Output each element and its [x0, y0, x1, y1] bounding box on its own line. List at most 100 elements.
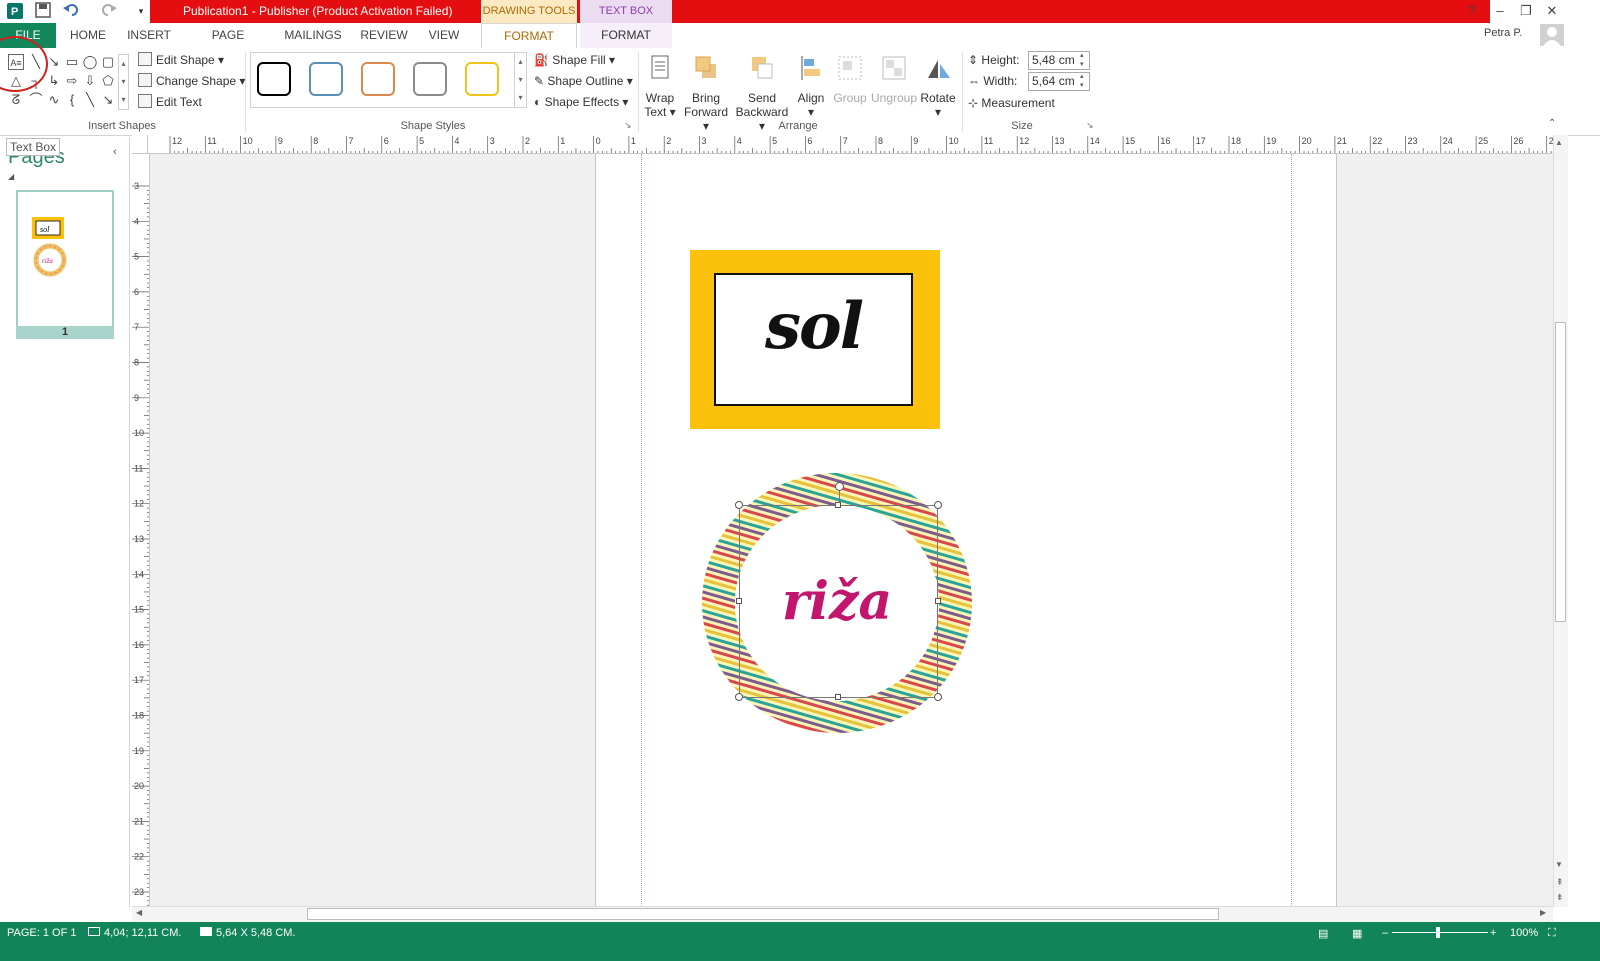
- zoom-level[interactable]: 100%: [1510, 927, 1538, 939]
- resize-handle-s[interactable]: [835, 694, 841, 700]
- height-spinner[interactable]: ▴ ▾: [1080, 51, 1084, 69]
- sol-text[interactable]: sol: [716, 289, 911, 364]
- minimize-button[interactable]: –: [1488, 2, 1512, 20]
- scroll-up-icon[interactable]: ▲: [1555, 138, 1563, 147]
- resize-handle-nw[interactable]: [735, 501, 743, 509]
- collapse-ribbon-icon[interactable]: ⌃: [1548, 118, 1556, 129]
- single-page-view-icon[interactable]: ▤: [1318, 927, 1328, 940]
- page-thumbnail[interactable]: sol riža: [16, 190, 114, 339]
- sol-text-box[interactable]: sol: [714, 273, 913, 406]
- arc-shape-icon[interactable]: ⌒: [28, 92, 44, 108]
- document-page[interactable]: sol riža: [595, 154, 1337, 906]
- zoom-out-icon[interactable]: –: [1382, 927, 1388, 939]
- shape-style-blue[interactable]: [309, 62, 343, 96]
- tab-home[interactable]: HOME: [64, 23, 112, 48]
- customize-qat-icon[interactable]: ▾: [132, 2, 150, 20]
- previous-page-icon[interactable]: ⇞: [1556, 877, 1564, 888]
- tab-insert[interactable]: INSERT: [124, 23, 174, 48]
- ruler-corner[interactable]: [132, 135, 148, 154]
- save-icon[interactable]: [34, 2, 52, 20]
- help-button[interactable]: ?: [1460, 2, 1484, 20]
- measurement-button[interactable]: ⊹ Measurement: [968, 93, 1055, 113]
- horizontal-ruler[interactable]: 12 11 10 9 8 7 6 5 4 3 2 1 0 1 2 3 4 5 6 7 8 9 10 11 12 13 14 15 16 1…: [148, 135, 1553, 154]
- shapes-gallery-scroll[interactable]: ▴ ▾ ▾: [118, 54, 129, 110]
- vertical-scroll-thumb[interactable]: [1555, 322, 1566, 622]
- rectangle-shape-icon[interactable]: ▭: [64, 54, 80, 70]
- fit-page-icon[interactable]: ⛶: [1548, 927, 1556, 940]
- tab-view[interactable]: VIEW: [424, 23, 464, 48]
- shape-effects-label: Shape Effects: [544, 95, 620, 109]
- resize-handle-n[interactable]: [835, 502, 841, 508]
- shape-styles-scroll[interactable]: ▴ ▾ ▾: [514, 53, 526, 107]
- scroll-right-icon[interactable]: ▶: [1540, 908, 1546, 917]
- bring-forward-button[interactable]: Bring Forward ▾: [680, 54, 732, 133]
- zoom-in-icon[interactable]: +: [1490, 927, 1496, 939]
- tab-format-textbox[interactable]: FORMAT: [580, 23, 672, 48]
- tab-review[interactable]: REVIEW: [358, 23, 410, 48]
- user-name[interactable]: Petra P.: [1484, 27, 1522, 39]
- resize-handle-e[interactable]: [935, 598, 941, 604]
- rotate-button[interactable]: Rotate ▾: [918, 54, 958, 119]
- diagonal-arrow-shape-icon[interactable]: ↘: [100, 92, 116, 108]
- arrow-line-shape-icon[interactable]: ↘: [46, 54, 62, 70]
- shape-styles-launcher-icon[interactable]: ↘: [624, 120, 632, 131]
- shape-styles-group-label: Shape Styles: [400, 120, 466, 132]
- resize-handle-w[interactable]: [736, 598, 742, 604]
- tab-page-design[interactable]: PAGE DESIGN: [188, 23, 268, 67]
- curve-shape-icon[interactable]: ∿: [46, 92, 62, 108]
- resize-handle-ne[interactable]: [934, 501, 942, 509]
- width-label: ⇔ Width:: [968, 74, 1018, 88]
- vertical-ruler[interactable]: 3 4 5 6 7 8 9 10 11 12 13 14 15 16 17 18 19 20 21 22 23: [132, 154, 150, 906]
- label-frame-yellow[interactable]: sol: [690, 250, 940, 429]
- shape-fill-button[interactable]: ⛽ Shape Fill ▾: [534, 50, 615, 70]
- restore-button[interactable]: ❐: [1514, 2, 1538, 20]
- collapse-pane-icon[interactable]: ‹: [113, 146, 117, 158]
- down-arrow-shape-icon[interactable]: ⇩: [82, 73, 98, 89]
- ruler-label: 12: [172, 136, 182, 146]
- rotation-handle[interactable]: [835, 482, 844, 491]
- align-button[interactable]: Align ▾: [793, 54, 829, 119]
- pentagon-shape-icon[interactable]: ⬠: [100, 73, 116, 89]
- rounded-rectangle-shape-icon[interactable]: ▢: [100, 54, 116, 70]
- section-expander-icon[interactable]: ◢: [8, 172, 14, 181]
- shape-style-gray[interactable]: [413, 62, 447, 96]
- shape-style-black[interactable]: [257, 62, 291, 96]
- status-page[interactable]: PAGE: 1 OF 1: [7, 927, 77, 939]
- tab-mailings[interactable]: MAILINGS: [282, 23, 344, 48]
- ungroup-button[interactable]: Ungroup: [870, 54, 918, 105]
- change-shape-button[interactable]: Change Shape ▾: [138, 71, 245, 91]
- group-button[interactable]: Group: [831, 54, 869, 105]
- freeform-shape-icon[interactable]: ᘔ: [8, 92, 24, 108]
- zoom-slider-thumb[interactable]: [1436, 927, 1440, 938]
- avatar[interactable]: [1540, 24, 1564, 46]
- next-page-icon[interactable]: ⇟: [1556, 892, 1564, 903]
- size-launcher-icon[interactable]: ↘: [1086, 120, 1094, 131]
- resize-handle-sw[interactable]: [735, 693, 743, 701]
- scroll-left-icon[interactable]: ◀: [136, 908, 142, 917]
- horizontal-scroll-thumb[interactable]: [307, 908, 1219, 920]
- brace-shape-icon[interactable]: {: [64, 92, 80, 108]
- shape-style-gold[interactable]: [465, 62, 499, 96]
- shape-style-orange[interactable]: [361, 62, 395, 96]
- edit-text-button[interactable]: Edit Text: [138, 92, 202, 112]
- undo-icon[interactable]: [62, 2, 80, 20]
- edit-shape-button[interactable]: Edit Shape ▾: [138, 50, 224, 70]
- diagonal-line-shape-icon[interactable]: ╲: [82, 92, 98, 108]
- two-page-view-icon[interactable]: ▦: [1352, 927, 1362, 940]
- right-arrow-shape-icon[interactable]: ⇨: [64, 73, 80, 89]
- shape-outline-button[interactable]: ✎ Shape Outline ▾: [534, 71, 633, 91]
- scroll-down-icon[interactable]: ▼: [1555, 860, 1563, 869]
- width-spinner[interactable]: ▴ ▾: [1080, 72, 1084, 90]
- selection-box[interactable]: [735, 482, 942, 701]
- wrap-text-button[interactable]: Wrap Text ▾: [642, 54, 678, 119]
- shape-effects-button[interactable]: ◐ Shape Effects ▾: [534, 92, 628, 112]
- close-button[interactable]: ✕: [1540, 2, 1564, 20]
- tab-format-drawing[interactable]: FORMAT: [481, 23, 577, 48]
- resize-handle-se[interactable]: [934, 693, 942, 701]
- redo-icon[interactable]: [98, 2, 117, 20]
- elbow-arrow-shape-icon[interactable]: ↳: [46, 73, 62, 89]
- workspace[interactable]: sol riža: [150, 154, 1553, 906]
- insert-shapes-group-label: Insert Shapes: [88, 120, 156, 132]
- oval-shape-icon[interactable]: ◯: [82, 54, 98, 70]
- zoom-slider[interactable]: [1392, 932, 1488, 933]
